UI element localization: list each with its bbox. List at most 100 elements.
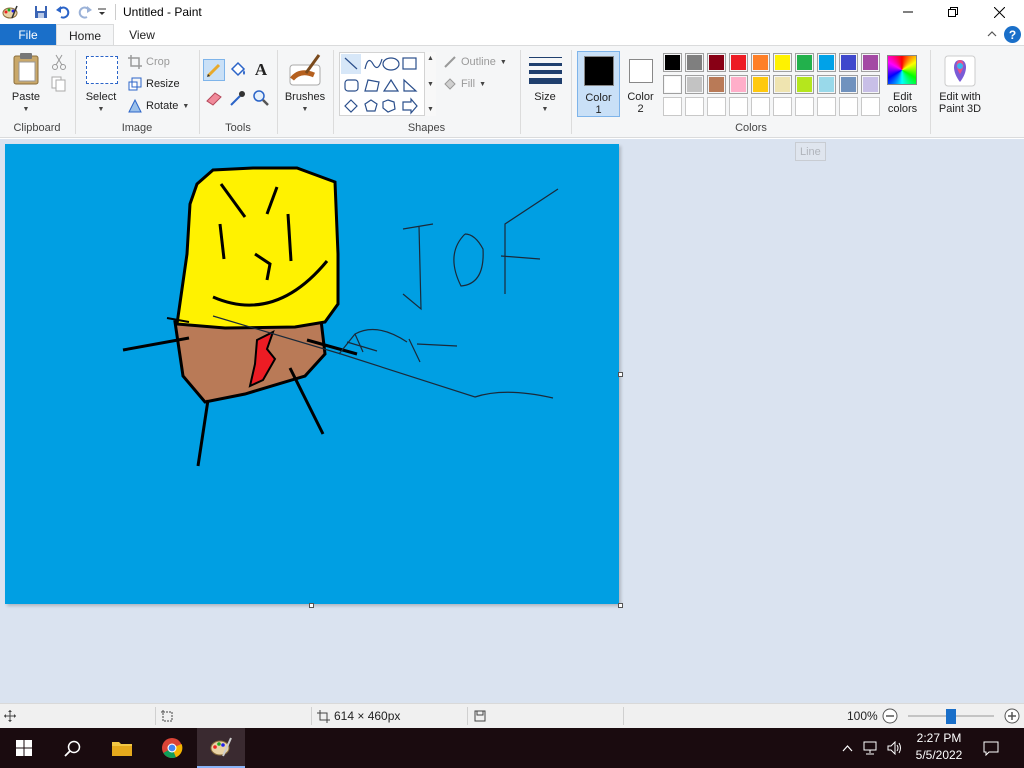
- palette-swatch[interactable]: [795, 53, 814, 72]
- paste-icon[interactable]: [10, 52, 42, 86]
- help-icon[interactable]: ?: [1004, 26, 1021, 43]
- edit-colors-icon[interactable]: [887, 55, 917, 85]
- paste-button[interactable]: Paste: [4, 91, 48, 103]
- paint3d-icon[interactable]: [944, 55, 976, 87]
- palette-swatch[interactable]: [707, 53, 726, 72]
- rotate-button[interactable]: Rotate ▼: [128, 97, 189, 115]
- show-hidden-icons-button[interactable]: [836, 728, 858, 768]
- resize-handle-corner[interactable]: [618, 603, 623, 608]
- drawing-canvas[interactable]: [5, 144, 619, 604]
- text-tool[interactable]: A: [252, 60, 270, 79]
- paint3d-label-line2[interactable]: Paint 3D: [933, 103, 987, 115]
- search-button[interactable]: [48, 728, 96, 768]
- resize-button[interactable]: Resize: [128, 75, 180, 93]
- tab-view[interactable]: View: [116, 24, 168, 45]
- cut-icon[interactable]: [51, 54, 67, 70]
- collapse-ribbon-icon[interactable]: [984, 26, 1000, 42]
- minimize-button[interactable]: [885, 0, 931, 24]
- palette-swatch[interactable]: [861, 75, 880, 94]
- shapes-more-icon[interactable]: ▼: [427, 106, 434, 113]
- zoom-out-button[interactable]: [882, 704, 898, 728]
- palette-swatch[interactable]: [839, 53, 858, 72]
- drawing-workspace: Line: [0, 139, 1024, 703]
- select-dropdown-icon[interactable]: ▼: [95, 104, 107, 116]
- undo-icon[interactable]: [53, 2, 73, 22]
- shapes-scroll[interactable]: ▲ ▼ ▼: [424, 52, 436, 116]
- system-clock[interactable]: 2:27 PM 5/5/2022: [908, 730, 970, 766]
- palette-swatch[interactable]: [751, 75, 770, 94]
- redo-icon[interactable]: [75, 2, 95, 22]
- palette-swatch[interactable]: [707, 75, 726, 94]
- scroll-up-icon[interactable]: ▲: [427, 55, 434, 62]
- paint-taskbar-button[interactable]: [197, 728, 245, 768]
- palette-swatch[interactable]: [817, 53, 836, 72]
- fill-button[interactable]: Fill ▼: [443, 75, 486, 93]
- file-explorer-button[interactable]: [98, 728, 146, 768]
- tab-home[interactable]: Home: [56, 24, 114, 46]
- magnifier-tool[interactable]: [252, 89, 270, 107]
- zoom-in-button[interactable]: [1004, 704, 1020, 728]
- custom-color-slot[interactable]: [663, 97, 682, 116]
- volume-button[interactable]: [884, 728, 906, 768]
- palette-swatch[interactable]: [663, 75, 682, 94]
- zoom-slider-thumb[interactable]: [946, 709, 956, 724]
- custom-color-slot[interactable]: [795, 97, 814, 116]
- custom-color-slot[interactable]: [751, 97, 770, 116]
- customize-quick-access-icon[interactable]: [94, 2, 110, 22]
- palette-swatch[interactable]: [685, 75, 704, 94]
- size-dropdown-icon[interactable]: ▼: [539, 104, 551, 116]
- paint-app-icon[interactable]: [0, 2, 20, 22]
- palette-swatch[interactable]: [729, 75, 748, 94]
- palette-swatch[interactable]: [729, 53, 748, 72]
- brushes-dropdown-icon[interactable]: ▼: [299, 104, 311, 116]
- palette-swatch[interactable]: [773, 53, 792, 72]
- resize-handle-bottom[interactable]: [309, 603, 314, 608]
- close-button[interactable]: [976, 0, 1022, 24]
- restore-button[interactable]: [930, 0, 976, 24]
- brushes-icon[interactable]: [288, 53, 322, 87]
- palette-swatch[interactable]: [663, 53, 682, 72]
- resize-handle-right[interactable]: [618, 372, 623, 377]
- select-button[interactable]: Select: [80, 91, 122, 103]
- crop-icon: [128, 55, 142, 69]
- scroll-down-icon[interactable]: ▼: [427, 81, 434, 88]
- size-icon[interactable]: [529, 56, 562, 84]
- fill-bucket-tool[interactable]: [229, 61, 247, 79]
- color-picker-tool[interactable]: [229, 89, 247, 107]
- color2-button[interactable]: Color 2: [621, 51, 660, 117]
- select-icon[interactable]: [86, 56, 118, 84]
- custom-color-slot[interactable]: [839, 97, 858, 116]
- custom-color-slot[interactable]: [729, 97, 748, 116]
- palette-swatch[interactable]: [839, 75, 858, 94]
- outline-button[interactable]: Outline ▼: [443, 53, 507, 71]
- start-button[interactable]: [0, 728, 48, 768]
- pencil-tool[interactable]: [203, 59, 225, 81]
- palette-swatch[interactable]: [795, 75, 814, 94]
- palette-swatch[interactable]: [773, 75, 792, 94]
- crop-button[interactable]: Crop: [128, 53, 170, 71]
- custom-color-slot[interactable]: [773, 97, 792, 116]
- brushes-button[interactable]: Brushes: [281, 91, 329, 103]
- shapes-gallery[interactable]: [339, 52, 435, 116]
- custom-color-slot[interactable]: [685, 97, 704, 116]
- paste-dropdown-icon[interactable]: ▼: [20, 104, 32, 116]
- edit-colors-label-line1[interactable]: Edit: [880, 91, 925, 103]
- network-button[interactable]: [860, 728, 882, 768]
- custom-color-slot[interactable]: [861, 97, 880, 116]
- tab-file[interactable]: File: [0, 24, 56, 45]
- palette-swatch[interactable]: [751, 53, 770, 72]
- size-button[interactable]: Size: [526, 91, 564, 103]
- palette-swatch[interactable]: [817, 75, 836, 94]
- paint3d-label-line1[interactable]: Edit with: [933, 91, 987, 103]
- custom-color-slot[interactable]: [817, 97, 836, 116]
- notifications-button[interactable]: [978, 728, 1004, 768]
- edit-colors-label-line2[interactable]: colors: [880, 103, 925, 115]
- eraser-tool[interactable]: [205, 90, 223, 106]
- palette-swatch[interactable]: [861, 53, 880, 72]
- chrome-button[interactable]: [148, 728, 196, 768]
- custom-color-slot[interactable]: [707, 97, 726, 116]
- palette-swatch[interactable]: [685, 53, 704, 72]
- save-icon[interactable]: [31, 2, 51, 22]
- copy-icon[interactable]: [51, 76, 67, 92]
- color1-button[interactable]: Color 1: [577, 51, 620, 117]
